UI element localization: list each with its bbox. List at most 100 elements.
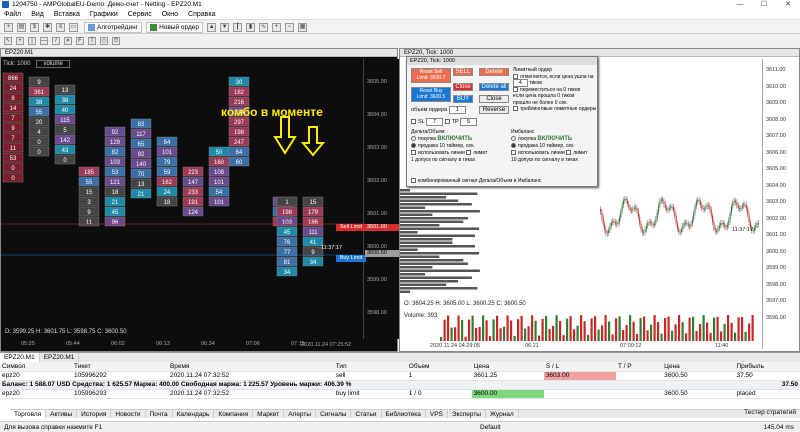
column-header[interactable]: Тикет [72,362,168,372]
column-header[interactable]: Прибыль [734,362,800,372]
channel-icon[interactable]: ≠ [64,37,72,45]
tile-icon[interactable]: ▦ [298,22,308,32]
combined-checkbox[interactable] [411,178,416,184]
close-icon[interactable]: ✕ [776,0,800,9]
terminal-tab[interactable]: Статьи [351,410,382,418]
column-header[interactable]: Объем [406,362,472,372]
menu-item[interactable]: Графики [90,11,118,18]
close-position-button[interactable]: Close [453,83,473,91]
terminal-tab[interactable]: Журнал [486,410,519,418]
cursor-icon[interactable]: ↖ [4,37,12,45]
text-icon[interactable]: T [88,37,96,45]
later-input[interactable]: 0 [555,100,558,106]
close-button[interactable]: Close [479,95,509,103]
move-input[interactable]: 0 [563,87,566,93]
maximize-icon[interactable]: ☐ [752,0,776,9]
column-header[interactable]: Тип [333,362,407,372]
menu-item[interactable]: Вставка [54,11,80,18]
imb-limit-checkbox[interactable] [566,150,572,156]
delta-limit-checkbox[interactable] [466,150,472,156]
minimize-icon[interactable]: — [728,0,752,9]
sell-icon[interactable]: ▼ [220,22,230,32]
trailing-checkbox[interactable] [513,106,518,112]
navigator-icon[interactable]: ✱ [43,22,52,32]
imb-buy-radio[interactable] [511,136,516,142]
column-header[interactable]: Время [167,362,334,372]
delta-sell-radio[interactable] [411,143,416,149]
delete-button[interactable]: Delete [479,68,509,76]
chart-tab[interactable]: EPZ20.M1 [40,353,80,362]
delta-allow-input[interactable]: 1 [411,157,414,163]
bar-chart-icon[interactable]: ┃ [233,22,243,32]
terminal-tab[interactable]: Компания [214,410,254,418]
terminal-tab[interactable]: Новости [111,410,146,418]
column-header[interactable]: Символ [0,362,73,372]
chart-tab[interactable]: EPZ20.M1 [0,353,40,362]
terminal-tab[interactable]: Маркет [253,410,285,418]
line-chart-icon[interactable]: ∿ [259,22,269,32]
terminal-tab[interactable]: Эксперты [448,410,486,418]
new-chart-icon[interactable]: + [4,22,13,32]
sell-button[interactable]: SELL [453,68,473,76]
sl-input[interactable]: 7 [426,118,444,126]
menu-item[interactable]: Окно [162,11,178,18]
strategy-tester-tab[interactable]: Тестер стратегий [744,409,796,416]
imb-lines-checkbox[interactable] [511,150,516,156]
imb-enable-button[interactable]: ВКЛЮЧИТЬ [537,136,572,142]
tp-checkbox[interactable] [444,119,450,125]
vline-icon[interactable]: | [28,37,36,45]
column-header[interactable]: Цена [662,362,735,372]
column-header[interactable]: Цена [471,362,544,372]
buy-limit-tag[interactable]: Buy Limit [336,255,366,262]
algo-trading-button[interactable]: Алготрейдинг [84,21,143,33]
buy-button[interactable]: BUY [453,95,473,103]
table-row[interactable]: epz20 105996293 2020.11.24 07:32:52 buy lim… [0,389,800,399]
data-window-icon[interactable]: ≡ [56,22,65,32]
reset-buy-limit-button[interactable]: Reset Buy Limit: 3600.5 [411,87,451,102]
candles-icon[interactable]: ▮ [246,22,256,32]
terminal-icon[interactable]: ▭ [69,22,78,32]
zoom-out-icon[interactable]: − [285,22,295,32]
menu-item[interactable]: Справка [188,11,215,18]
market-watch-icon[interactable]: $ [30,22,39,32]
table-row[interactable]: epz20 105996292 2020.11.24 07:32:52 sell 1 36… [0,371,800,381]
terminal-tab[interactable]: VPS [426,410,448,418]
delta-enable-button[interactable]: ВКЛЮЧИТЬ [437,136,472,142]
new-order-button[interactable]: Новый ордер [146,21,204,33]
shapes-icon[interactable]: ◇ [100,37,108,45]
terminal-tab[interactable]: Торговля [10,410,47,418]
delta-buy-radio[interactable] [411,136,416,142]
menu-item[interactable]: Файл [4,11,21,18]
crosshair-icon[interactable]: + [16,37,24,45]
menu-item[interactable]: Вид [31,11,44,18]
terminal-tab[interactable]: Активы [46,410,78,418]
terminal-tab[interactable]: Почта [146,410,173,418]
imb-timer-input[interactable]: 10 [539,143,545,149]
limit-cancel-checkbox[interactable] [513,73,518,79]
reverse-button[interactable]: Reverse [479,106,509,114]
move-checkbox[interactable] [513,86,518,92]
column-header[interactable]: T / P [615,362,663,372]
sl-checkbox[interactable] [411,119,416,125]
column-header[interactable]: S / L [543,362,616,372]
hline-icon[interactable]: — [40,37,48,45]
tp-input[interactable]: 5 [460,118,478,126]
profiles-icon[interactable]: ▤ [17,22,26,32]
timeframe-icon[interactable]: ⏱ [112,37,120,45]
terminal-tab[interactable]: Алерты [284,410,317,418]
volume-input[interactable]: 1 [448,106,466,114]
imb-allow-input[interactable]: 10 [511,157,517,163]
terminal-tab[interactable]: Библиотека [382,410,426,418]
price-gone-input[interactable]: 0 [557,93,560,99]
delta-lines-checkbox[interactable] [411,150,416,156]
menu-item[interactable]: Сервис [128,11,152,18]
buy-icon[interactable]: ▲ [207,22,217,32]
delta-timer-input[interactable]: 10 [439,143,445,149]
terminal-tab[interactable]: Календарь [173,410,215,418]
imb-sell-radio[interactable] [511,143,516,149]
sell-limit-tag[interactable]: Sell Limit [336,224,366,231]
trendline-icon[interactable]: / [52,37,60,45]
delete-all-button[interactable]: Delete all [479,83,509,91]
zoom-in-icon[interactable]: + [272,22,282,32]
terminal-tab[interactable]: Сигналы [316,410,352,418]
